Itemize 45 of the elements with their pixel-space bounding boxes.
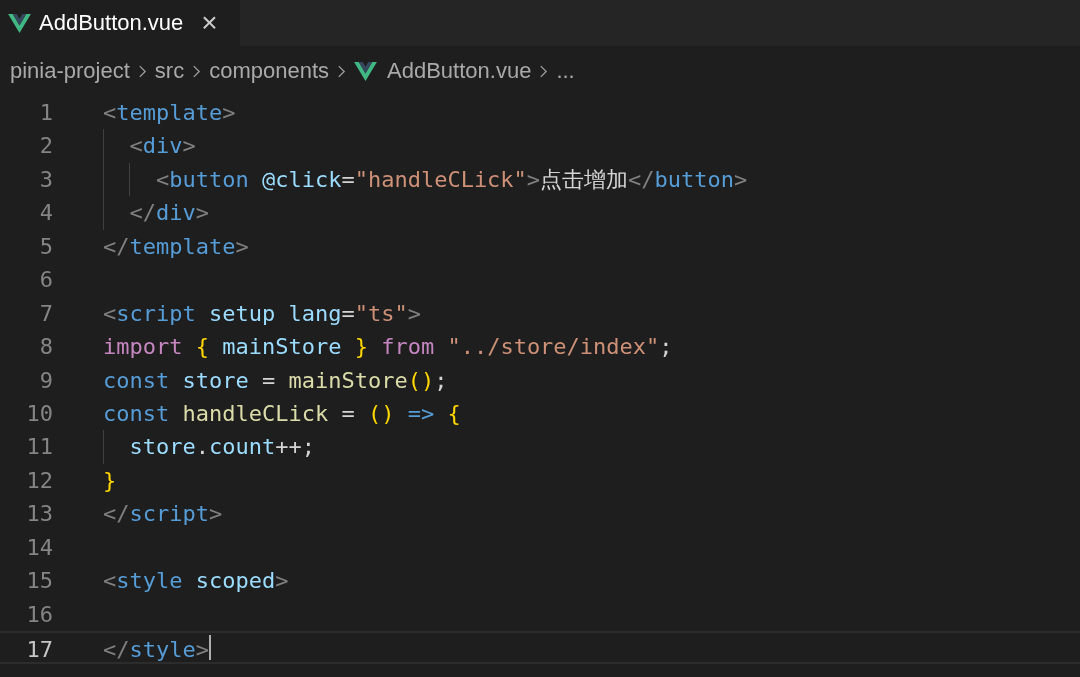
code-line: const store = mainStore(); <box>103 366 448 395</box>
line-number: 2 <box>38 132 53 161</box>
line-number: 7 <box>38 299 53 328</box>
line-number: 11 <box>25 433 53 462</box>
line-number: 8 <box>38 333 53 362</box>
line-number: 4 <box>38 199 53 228</box>
line-number: 14 <box>25 533 53 562</box>
code-line: store.count++; <box>103 430 315 464</box>
code-line: import { mainStore } from "../store/index"; <box>103 333 673 362</box>
code-line: } <box>103 466 117 495</box>
line-number: 15 <box>25 567 53 596</box>
line-number: 6 <box>38 266 53 295</box>
breadcrumb-item[interactable]: src <box>154 58 185 84</box>
vue-logo-icon <box>354 61 378 81</box>
line-number: 16 <box>25 600 53 629</box>
chevron-right-icon <box>137 63 147 79</box>
code-line: </style> <box>103 634 211 663</box>
line-number: 17 <box>25 636 53 663</box>
line-number: 12 <box>25 466 53 495</box>
breadcrumb-item[interactable]: components <box>209 58 330 84</box>
chevron-right-icon <box>337 63 347 79</box>
code-line: </div> <box>103 196 209 230</box>
line-number: 5 <box>38 232 53 261</box>
breadcrumb-item[interactable]: AddButton.vue <box>354 58 532 84</box>
editor-tab[interactable]: AddButton.vue × <box>0 0 240 46</box>
text-cursor <box>209 635 211 661</box>
breadcrumb-item[interactable]: pinia-project <box>10 58 130 84</box>
line-number: 3 <box>38 165 53 194</box>
code-line: <button @click="handleCLick">点击增加</button> <box>103 162 748 197</box>
code-line: </template> <box>103 232 249 261</box>
chevron-right-icon <box>192 63 202 79</box>
line-number: 9 <box>38 366 53 395</box>
line-number: 13 <box>25 500 53 529</box>
close-button[interactable]: × <box>201 9 218 37</box>
line-number: 10 <box>25 399 53 428</box>
line-number: 1 <box>38 99 53 127</box>
code-line: const handleCLick = () => { <box>103 399 461 428</box>
code-line: <template> <box>103 99 236 127</box>
chevron-right-icon <box>539 63 549 79</box>
vue-logo-icon <box>8 13 31 33</box>
code-line: <div> <box>103 129 196 163</box>
code-line: <style scoped> <box>103 567 289 596</box>
code-line: <script setup lang="ts"> <box>103 299 421 328</box>
code-line: </script> <box>103 500 223 529</box>
breadcrumb-item[interactable]: ... <box>556 58 575 84</box>
